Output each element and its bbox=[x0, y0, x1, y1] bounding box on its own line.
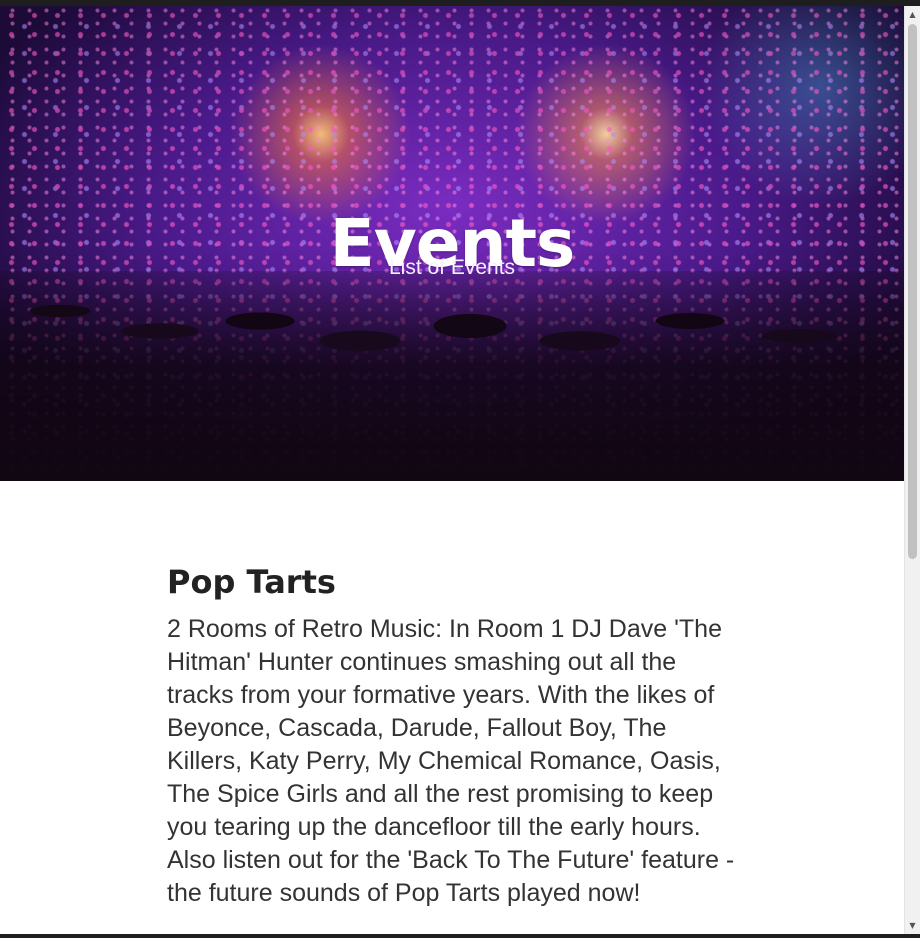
browser-window: Events List of Events Pop Tarts 2 Rooms … bbox=[0, 0, 920, 938]
scroll-down-arrow-icon[interactable]: ▼ bbox=[905, 917, 920, 934]
event-item: Pop Tarts 2 Rooms of Retro Music: In Roo… bbox=[167, 558, 747, 910]
events-list: Pop Tarts 2 Rooms of Retro Music: In Roo… bbox=[167, 558, 747, 910]
hero-banner: Events List of Events bbox=[0, 6, 904, 481]
event-title: Pop Tarts bbox=[167, 563, 336, 601]
scroll-up-arrow-icon[interactable]: ▲ bbox=[905, 6, 920, 23]
hero-subtitle: List of Events bbox=[388, 256, 516, 279]
scrollbar-thumb[interactable] bbox=[908, 24, 917, 559]
window-bottom-edge bbox=[0, 934, 920, 938]
page-viewport[interactable]: Events List of Events Pop Tarts 2 Rooms … bbox=[0, 6, 904, 934]
event-description: 2 Rooms of Retro Music: In Room 1 DJ Dav… bbox=[167, 615, 735, 907]
vertical-scrollbar[interactable]: ▲ ▼ bbox=[904, 6, 920, 934]
